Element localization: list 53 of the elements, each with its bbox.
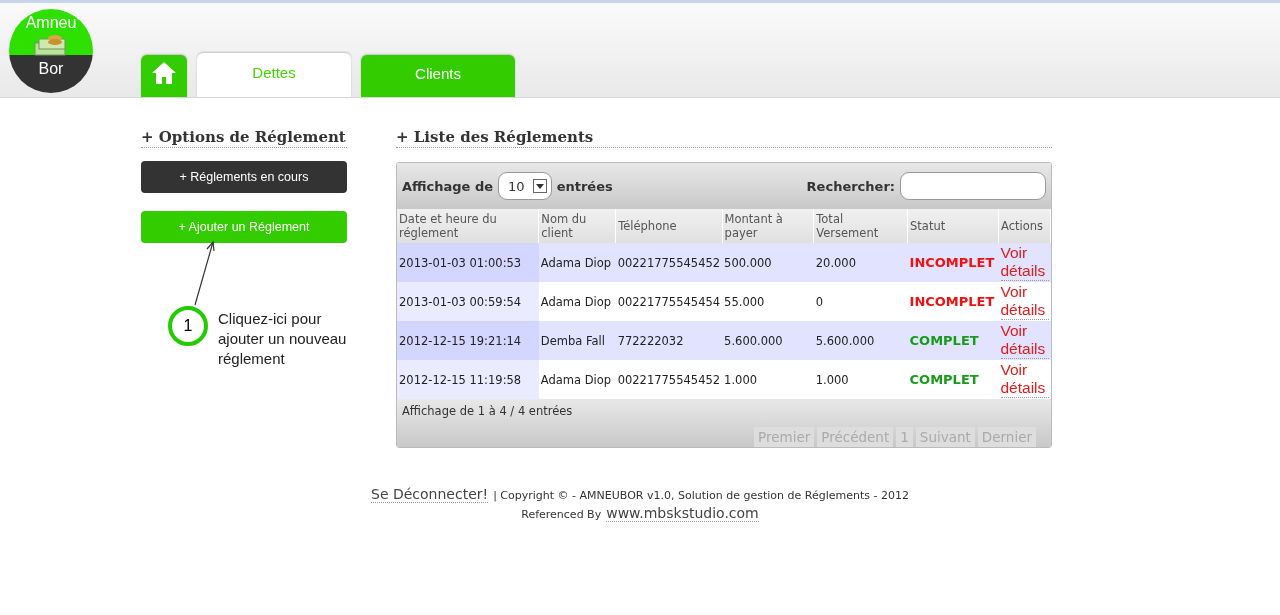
table-cell: 500.000 <box>722 243 814 282</box>
column-header[interactable]: Total Versement <box>813 209 908 243</box>
copyright-text: | Copyright © - AMNEUBOR v1.0, Solution de gestion de Réglements - 2012 <box>493 489 909 502</box>
callout-text: Cliquez-ici pour ajouter un nouveau réglement <box>218 309 347 369</box>
column-header[interactable]: Date et heure du réglement <box>397 209 539 243</box>
details-link[interactable]: Voir détails <box>1000 361 1049 398</box>
status-text: COMPLET <box>909 333 979 348</box>
search-label: Rechercher: <box>806 178 895 194</box>
logo-text: Bor <box>38 59 64 79</box>
column-header[interactable]: Statut <box>907 209 999 243</box>
section-title: + Options de Réglement <box>141 128 347 148</box>
table-cell: Adama Diop <box>538 243 616 282</box>
site-link[interactable]: www.mbskstudio.com <box>606 505 759 522</box>
menu-button[interactable]: + Réglements en cours <box>141 161 347 193</box>
referenced-text: Referenced By <box>521 508 602 521</box>
column-header[interactable]: Nom du client <box>538 209 616 243</box>
table-cell: Adama Diop <box>538 282 616 321</box>
table-cell: 2013-01-03 01:00:53 <box>397 243 539 282</box>
arrow-icon <box>193 239 217 307</box>
column-header[interactable]: Actions <box>998 209 1051 243</box>
table-cell: 2012-12-15 11:19:58 <box>397 360 539 399</box>
table-cell: Demba Fall <box>538 321 616 360</box>
table-cell: 5.600.000 <box>722 321 814 360</box>
status-text: INCOMPLET <box>909 294 995 309</box>
details-link[interactable]: Voir détails <box>1000 322 1049 359</box>
table-cell: 772222032 <box>615 321 723 360</box>
table-cell: 5.600.000 <box>813 321 908 360</box>
table-cell: 55.000 <box>722 282 814 321</box>
logo-text: Amneu <box>25 13 77 33</box>
column-header[interactable]: Téléphone <box>615 209 723 243</box>
details-link[interactable]: Voir détails <box>1000 283 1049 320</box>
home-tab[interactable] <box>141 55 187 97</box>
length-label: entrées <box>556 178 613 194</box>
table-cell: Adama Diop <box>538 360 616 399</box>
table-info: Affichage de 1 à 4 / 4 entrées <box>402 404 574 418</box>
table-cell: 00221775545454 <box>615 282 723 321</box>
table-cell: 2013-01-03 00:59:54 <box>397 282 539 321</box>
table-cell: 0 <box>813 282 908 321</box>
table-cell: 00221775545452 <box>615 243 723 282</box>
search-field[interactable] <box>900 172 1046 200</box>
home-icon <box>151 61 177 85</box>
length-label: Affichage de <box>402 178 494 194</box>
logout-link[interactable]: Se Déconnecter! <box>371 486 489 503</box>
status-text: INCOMPLET <box>909 255 995 270</box>
step-number: 1 <box>168 306 208 346</box>
caret-icon <box>535 183 544 189</box>
table-cell: 20.000 <box>813 243 908 282</box>
table-cell: 2012-12-15 19:21:14 <box>397 321 539 360</box>
status-text: COMPLET <box>909 372 979 387</box>
column-header[interactable]: Montant à payer <box>722 209 814 243</box>
details-link[interactable]: Voir détails <box>1000 244 1049 281</box>
section-title: + Liste des Réglements <box>396 128 1052 148</box>
length-select[interactable]: 10 <box>498 172 552 200</box>
